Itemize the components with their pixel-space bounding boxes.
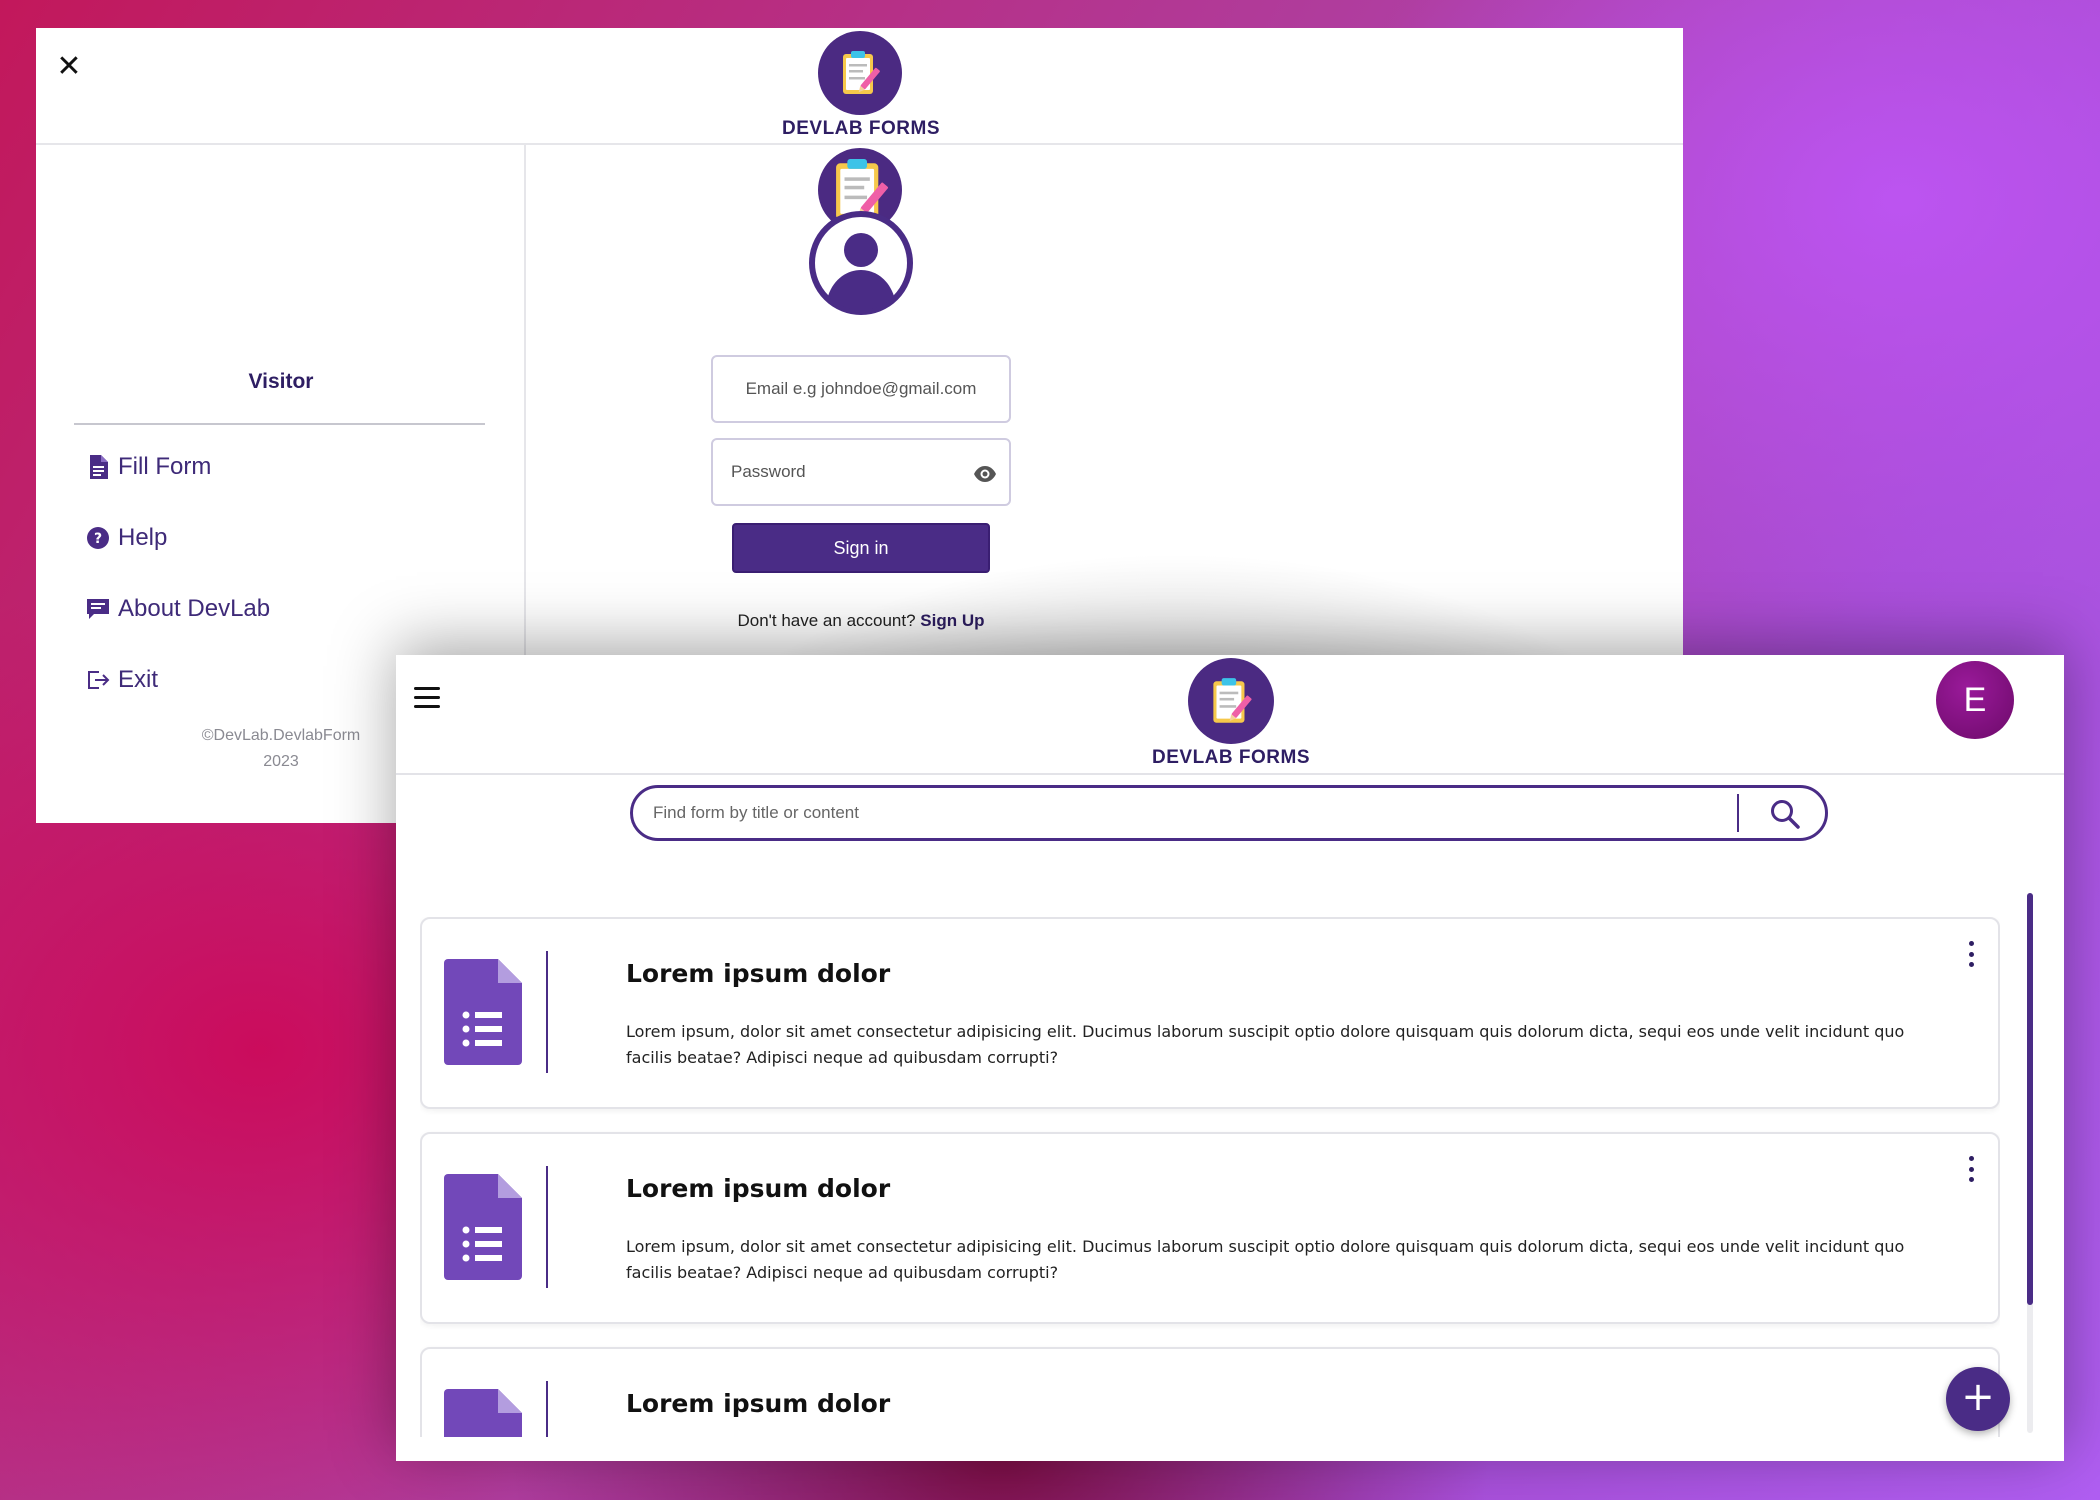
form-document-icon — [444, 1174, 522, 1280]
search-divider — [1737, 794, 1739, 832]
brand-logo — [1188, 658, 1274, 744]
search-bar — [630, 785, 1828, 841]
signup-prompt: Don't have an account? Sign Up — [628, 611, 1094, 631]
svg-text:?: ? — [94, 531, 102, 547]
form-card[interactable]: Lorem ipsum dolor Lorem ipsum, dolor sit… — [420, 1132, 2000, 1324]
help-icon: ? — [86, 526, 110, 550]
card-description: Lorem ipsum, dolor sit amet consectetur … — [626, 1237, 1905, 1282]
sidebar-item-label: Help — [118, 524, 168, 551]
sidebar-item-label: About DevLab — [118, 595, 271, 622]
form-document-icon — [444, 959, 522, 1065]
scrollbar-thumb[interactable] — [2027, 893, 2033, 1305]
login-header: ✕ DEVLAB FORMS — [36, 28, 1683, 145]
brand-title: DEVLAB FORMS — [1152, 747, 1310, 768]
search-input[interactable] — [653, 798, 1713, 828]
sidebar-item-label: Exit — [118, 666, 159, 693]
user-role-label: Visitor — [248, 370, 314, 393]
form-list: Lorem ipsum dolor Lorem ipsum, dolor sit… — [420, 917, 2000, 1437]
brand-logo — [818, 31, 902, 115]
forms-header: DEVLAB FORMS E — [396, 655, 2064, 775]
password-placeholder: Password — [731, 462, 806, 481]
comment-icon — [86, 597, 110, 621]
forms-window: DEVLAB FORMS E Lorem ipsum dolor Lorem i… — [396, 655, 2064, 1461]
more-options-icon[interactable] — [1966, 941, 1976, 967]
sidebar-item-label: Fill Form — [118, 453, 212, 480]
close-icon[interactable]: ✕ — [54, 52, 84, 82]
form-card[interactable]: Lorem ipsum dolor — [420, 1347, 2000, 1437]
email-field[interactable]: Email e.g johndoe@gmail.com — [711, 355, 1011, 423]
sidebar-item-about[interactable]: About DevLab — [86, 589, 270, 629]
no-account-text: Don't have an account? — [737, 611, 921, 630]
card-divider — [546, 1166, 548, 1288]
card-divider — [546, 1381, 548, 1437]
brand-title: DEVLAB FORMS — [782, 118, 940, 139]
form-document-icon — [444, 1389, 522, 1437]
card-divider — [546, 951, 548, 1073]
hamburger-menu-icon[interactable] — [414, 687, 440, 709]
sidebar-item-fill-form[interactable]: Fill Form — [86, 447, 211, 487]
card-description: Lorem ipsum, dolor sit amet consectetur … — [626, 1022, 1905, 1067]
add-form-button[interactable]: + — [1946, 1367, 2010, 1431]
exit-icon — [86, 668, 110, 692]
card-title: Lorem ipsum dolor — [626, 1174, 891, 1203]
sidebar-item-exit[interactable]: Exit — [86, 660, 158, 700]
more-options-icon[interactable] — [1966, 1156, 1976, 1182]
signin-button[interactable]: Sign in — [732, 523, 990, 573]
document-icon — [86, 455, 110, 479]
sidebar-item-help[interactable]: ? Help — [86, 518, 167, 558]
card-title: Lorem ipsum dolor — [626, 959, 891, 988]
password-field[interactable]: Password — [711, 438, 1011, 506]
signup-link[interactable]: Sign Up — [920, 611, 984, 630]
search-icon[interactable] — [1769, 798, 1803, 832]
user-icon — [808, 210, 914, 316]
sidebar-divider — [74, 423, 485, 425]
form-card[interactable]: Lorem ipsum dolor Lorem ipsum, dolor sit… — [420, 917, 2000, 1109]
eye-icon[interactable] — [973, 462, 997, 486]
avatar[interactable]: E — [1936, 661, 2014, 739]
card-title: Lorem ipsum dolor — [626, 1389, 891, 1418]
